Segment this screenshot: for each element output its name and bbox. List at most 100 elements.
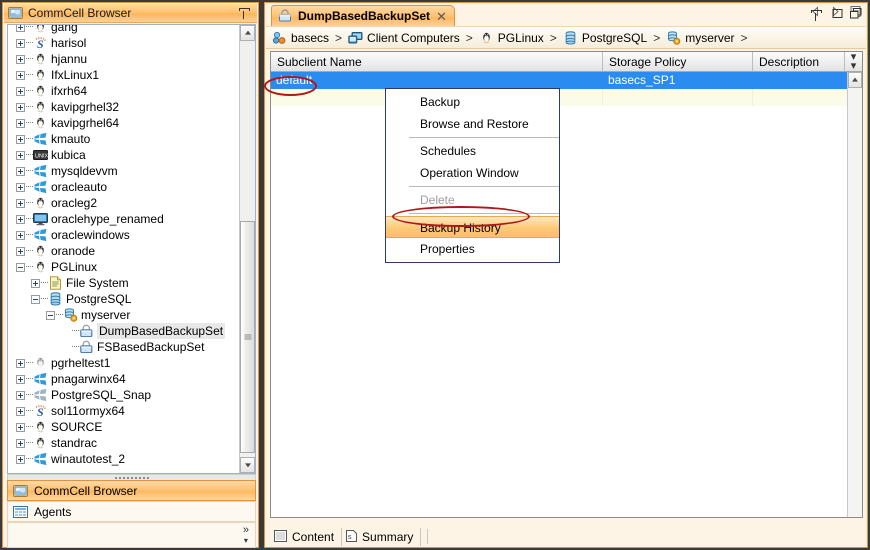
expand-icon[interactable] [16, 423, 25, 432]
pin-icon[interactable] [811, 9, 822, 21]
expand-icon[interactable] [16, 167, 25, 176]
expand-icon[interactable] [16, 71, 25, 80]
windows-icon [33, 132, 48, 146]
db-instance-icon [63, 308, 78, 322]
tree-item-oraclewindows[interactable]: oraclewindows [8, 227, 239, 243]
expand-icon[interactable] [16, 55, 25, 64]
tree-scrollbar-thumb[interactable] [240, 221, 255, 453]
grid-vertical-scrollbar[interactable] [847, 72, 862, 517]
collapse-icon[interactable] [16, 263, 25, 272]
expand-icon[interactable] [16, 231, 25, 240]
collapse-icon[interactable] [46, 311, 55, 320]
breadcrumb-item-basecs[interactable]: basecs [272, 31, 329, 45]
tree-connector [26, 442, 33, 444]
expand-icon[interactable] [16, 375, 25, 384]
expand-icon[interactable] [16, 455, 25, 464]
tree-item-file-system[interactable]: File System [8, 275, 239, 291]
column-header-description[interactable]: Description [753, 52, 844, 71]
tree-item-postgresql-snap[interactable]: PostgreSQL_Snap [8, 387, 239, 403]
tree-item-oracleauto[interactable]: oracleauto [8, 179, 239, 195]
tree-item-hjannu[interactable]: hjannu [8, 51, 239, 67]
breadcrumb-item-pglinux[interactable]: PGLinux [479, 31, 544, 45]
menu-separator [389, 137, 559, 138]
breadcrumb-item-postgresql[interactable]: PostgreSQL [563, 31, 647, 45]
expand-icon[interactable] [16, 215, 25, 224]
tree-item-pnagarwinx64[interactable]: pnagarwinx64 [8, 371, 239, 387]
table-row[interactable] [271, 89, 862, 106]
expand-icon[interactable] [16, 359, 25, 368]
expand-icon[interactable] [16, 87, 25, 96]
scroll-down-arrow-icon[interactable] [240, 457, 255, 473]
tree-connector [26, 426, 33, 428]
tree-item-kavipgrhel64[interactable]: kavipgrhel64 [8, 115, 239, 131]
expand-icon[interactable] [16, 151, 25, 160]
commcell-tree[interactable]: gangSharisolhjannuIfxLinux1ifxrh64kavipg… [8, 24, 239, 467]
expand-icon[interactable] [16, 439, 25, 448]
tree-item-kubica[interactable]: UNIXkubica [8, 147, 239, 163]
tree-item-ifxlinux1[interactable]: IfxLinux1 [8, 67, 239, 83]
tree-item-pgrheltest1[interactable]: pgrheltest1 [8, 355, 239, 371]
menu-item-schedules[interactable]: Schedules [386, 140, 559, 162]
expand-icon[interactable] [16, 247, 25, 256]
expand-icon[interactable] [16, 407, 25, 416]
maximize-icon[interactable] [832, 8, 843, 22]
menu-item-operation-window[interactable]: Operation Window [386, 162, 559, 184]
tree-item-gang[interactable]: gang [8, 24, 239, 35]
tree-item-oracleg2[interactable]: oracleg2 [8, 195, 239, 211]
tree-item-oraclehype-renamed[interactable]: oraclehype_renamed [8, 211, 239, 227]
expand-icon[interactable] [31, 279, 40, 288]
tree-item-harisol[interactable]: Sharisol [8, 35, 239, 51]
pin-icon[interactable] [239, 7, 250, 19]
menu-item-backup-history[interactable]: Backup History [386, 216, 559, 238]
close-icon[interactable]: ✕ [436, 11, 447, 22]
tree-item-ifxrh64[interactable]: ifxrh64 [8, 83, 239, 99]
expand-icon[interactable] [16, 135, 25, 144]
subclient-grid[interactable]: Subclient Name Storage Policy Descriptio… [270, 51, 863, 518]
tree-item-postgresql[interactable]: PostgreSQL [8, 291, 239, 307]
table-row[interactable]: defaultbasecs_SP1 [271, 72, 862, 89]
scroll-up-arrow-icon[interactable] [240, 25, 255, 41]
tree-item-sol11ormyx64[interactable]: Ssol11ormyx64 [8, 403, 239, 419]
tree-item-kavipgrhel32[interactable]: kavipgrhel32 [8, 99, 239, 115]
tree-indent [8, 155, 16, 156]
expand-icon[interactable] [16, 39, 25, 48]
tab-dumpbasedbackupset[interactable]: DumpBasedBackupSet ✕ [271, 5, 455, 26]
menu-item-properties[interactable]: Properties [386, 238, 559, 260]
tree-item-myserver[interactable]: myserver [8, 307, 239, 323]
grid-body[interactable]: defaultbasecs_SP1 [271, 72, 862, 517]
tree-item-kmauto[interactable]: kmauto [8, 131, 239, 147]
collapse-icon[interactable] [31, 295, 40, 304]
expand-icon[interactable] [16, 183, 25, 192]
chevron-double-down-icon[interactable]: ▾▾ [844, 52, 862, 71]
chevron-double-right-icon[interactable]: »▾ [243, 525, 249, 546]
tree-item-oranode[interactable]: oranode [8, 243, 239, 259]
expand-icon[interactable] [16, 199, 25, 208]
tree-vertical-scrollbar[interactable] [239, 25, 255, 473]
tab-summary[interactable]: s Summary [342, 528, 421, 546]
tree-item-winautotest-2[interactable]: winautotest_2 [8, 451, 239, 467]
commcell-browser-panel: CommCell Browser gangSharisolhjannuIfxLi… [2, 2, 259, 548]
breadcrumb-item-myserver[interactable]: myserver [666, 31, 734, 45]
menu-item-backup[interactable]: Backup [386, 91, 559, 113]
tree-item-mysqldevvm[interactable]: mysqldevvm [8, 163, 239, 179]
windows-gray-icon [33, 388, 48, 402]
expand-icon[interactable] [16, 24, 25, 32]
menu-item-browse-and-restore[interactable]: Browse and Restore [386, 113, 559, 135]
column-header-subclient-name[interactable]: Subclient Name [271, 52, 603, 71]
subclient-context-menu[interactable]: BackupBrowse and Restore SchedulesOperati… [385, 88, 560, 263]
expand-icon[interactable] [16, 391, 25, 400]
sidebar-item-commcell-browser[interactable]: CommCell Browser [7, 480, 256, 501]
tab-content[interactable]: Content [270, 528, 342, 546]
tree-item-fsbasedbackupset[interactable]: FSBasedBackupSet [8, 339, 239, 355]
breadcrumb-item-client-computers[interactable]: Client Computers [348, 31, 460, 45]
column-header-storage-policy[interactable]: Storage Policy [603, 52, 753, 71]
sidebar-item-agents[interactable]: Agents [7, 501, 256, 522]
expand-icon[interactable] [16, 103, 25, 112]
tree-item-dumpbasedbackupset[interactable]: DumpBasedBackupSet [8, 323, 239, 339]
tree-item-pglinux[interactable]: PGLinux [8, 259, 239, 275]
tree-item-standrac[interactable]: standrac [8, 435, 239, 451]
scroll-up-arrow-icon[interactable] [848, 72, 862, 88]
restore-icon[interactable] [850, 8, 862, 22]
tree-item-source[interactable]: SOURCE [8, 419, 239, 435]
expand-icon[interactable] [16, 119, 25, 128]
